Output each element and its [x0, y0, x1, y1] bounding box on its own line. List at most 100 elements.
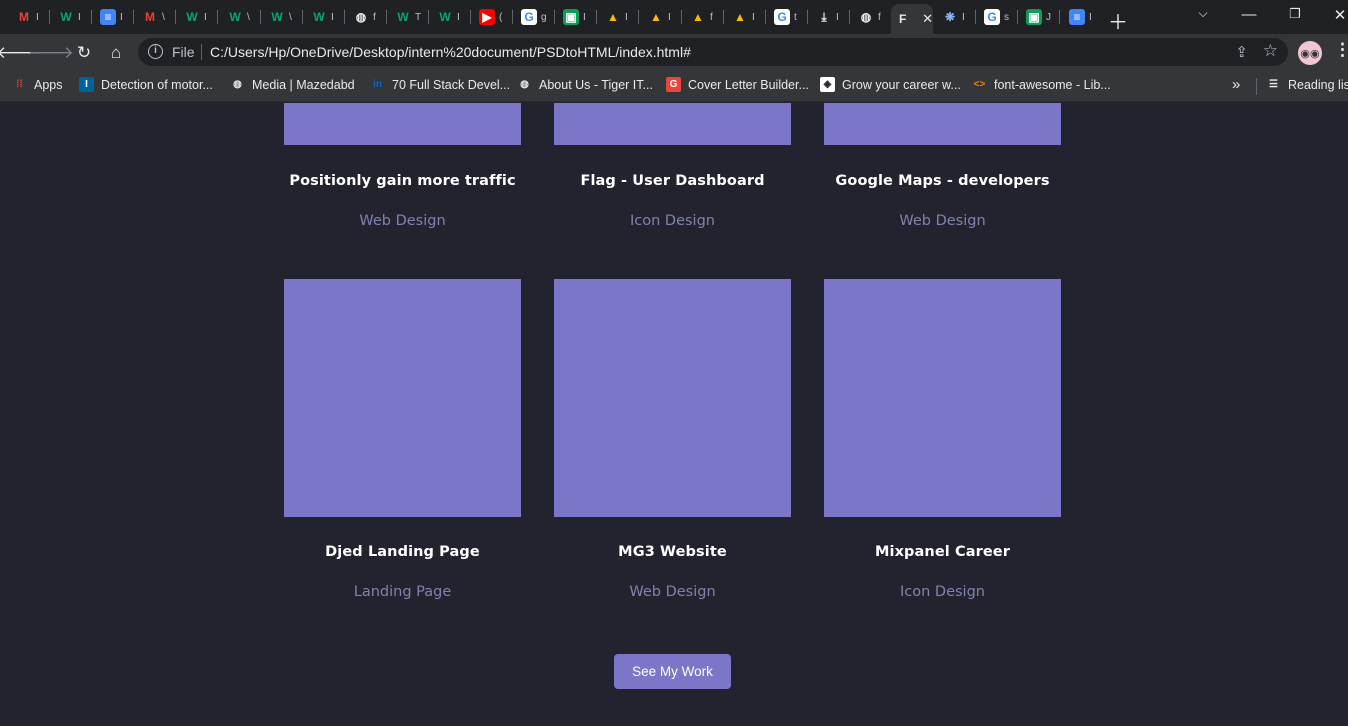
- brain-icon: ❋: [944, 10, 956, 24]
- more-bookmarks-chevron-icon[interactable]: »: [1232, 76, 1240, 93]
- browser-tab[interactable]: ▶(: [473, 6, 509, 28]
- bookmark-item[interactable]: ☰ Reading list: [1266, 77, 1348, 92]
- minimize-button[interactable]: —: [1239, 6, 1259, 23]
- tab-title: I: [1089, 11, 1092, 23]
- browser-tab[interactable]: M \: [136, 6, 172, 28]
- code-icon: <>: [973, 79, 986, 90]
- bookmark-item[interactable]: in 70 Full Stack Devel...: [370, 77, 510, 92]
- tab-separator: [1017, 10, 1018, 24]
- see-my-work-button[interactable]: See My Work: [614, 654, 731, 689]
- bookmark-item[interactable]: G Cover Letter Builder...: [666, 77, 809, 92]
- tab-separator: [765, 10, 766, 24]
- portfolio-title[interactable]: Djed Landing Page: [284, 544, 521, 560]
- browser-tab[interactable]: ▲ I: [599, 6, 635, 28]
- portfolio-category: Web Design: [899, 213, 986, 229]
- file-scheme-label: File: [172, 44, 195, 60]
- portfolio-thumbnail[interactable]: [284, 103, 521, 145]
- new-tab-button[interactable]: ＋: [1108, 6, 1128, 35]
- bookmarks-divider: [1256, 78, 1257, 95]
- portfolio-category: Icon Design: [630, 213, 715, 229]
- reload-button[interactable]: ↻: [73, 42, 95, 64]
- tab-search-chevron-icon[interactable]: ⌵: [1193, 6, 1213, 21]
- globe-icon: ◍: [355, 10, 367, 24]
- browser-tab[interactable]: ≡ I: [1063, 6, 1099, 28]
- info-icon[interactable]: i: [148, 44, 163, 59]
- portfolio-thumbnail[interactable]: [284, 279, 521, 517]
- browser-tab[interactable]: ≡ I: [94, 6, 130, 28]
- address-divider: [201, 44, 202, 60]
- browser-tab[interactable]: WI: [52, 6, 88, 28]
- browser-tab[interactable]: ▲ I: [726, 6, 762, 28]
- browser-tab[interactable]: WT: [389, 6, 425, 28]
- w-icon: W: [439, 10, 451, 24]
- browser-tab[interactable]: W \: [263, 6, 299, 28]
- browser-tab[interactable]: ▣ I: [557, 6, 593, 28]
- bookmark-item[interactable]: ◍ About Us - Tiger IT...: [517, 77, 653, 92]
- portfolio-category: Landing Page: [353, 584, 452, 600]
- browser-menu-icon[interactable]: ⋮: [1334, 41, 1348, 58]
- browser-tab[interactable]: MI: [10, 6, 46, 28]
- portfolio-thumbnail[interactable]: [824, 103, 1061, 145]
- docs-icon: ≡: [100, 9, 116, 25]
- restore-button[interactable]: ❐: [1285, 6, 1305, 22]
- browser-tab[interactable]: WI: [431, 6, 467, 28]
- portfolio-title[interactable]: Positionly gain more traffic: [284, 173, 521, 189]
- browser-tab[interactable]: Gt: [768, 6, 804, 28]
- w-icon: W: [313, 10, 325, 24]
- browser-tab[interactable]: ◍ f: [852, 6, 888, 28]
- portfolio-title[interactable]: MG3 Website: [554, 544, 791, 560]
- tab-title: J: [1046, 11, 1051, 23]
- portfolio-thumbnail[interactable]: [554, 279, 791, 517]
- tab-separator: [49, 10, 50, 24]
- browser-tab[interactable]: ❋ I: [936, 6, 972, 28]
- bookmark-item[interactable]: I Detection of motor...: [79, 77, 213, 92]
- browser-tab[interactable]: ▲ I: [642, 6, 678, 28]
- bookmark-star-icon[interactable]: ☆: [1263, 41, 1278, 61]
- browser-tab[interactable]: WI: [305, 6, 341, 28]
- apps-icon: ⁞⁞: [16, 79, 23, 90]
- portfolio-thumbnail[interactable]: [554, 103, 791, 145]
- browser-tab[interactable]: ▣ J: [1020, 6, 1056, 28]
- bookmark-item[interactable]: <> font-awesome - Lib...: [972, 77, 1111, 92]
- badge-icon: ◈: [820, 77, 835, 92]
- home-button[interactable]: ⌂: [105, 42, 127, 64]
- browser-tab[interactable]: ▲ f: [684, 6, 720, 28]
- google-icon: G: [984, 9, 1000, 25]
- browser-tab[interactable]: Gg: [515, 6, 551, 28]
- portfolio-title[interactable]: Flag - User Dashboard: [554, 173, 791, 189]
- tab-separator: [302, 10, 303, 24]
- browser-tab[interactable]: WI: [178, 6, 214, 28]
- browser-tab[interactable]: W \: [221, 6, 257, 28]
- forward-button[interactable]: 🡒: [28, 42, 74, 64]
- tab-title: \: [289, 11, 292, 23]
- bookmark-label: Apps: [34, 77, 63, 92]
- tab-separator: [975, 10, 976, 24]
- bookmark-label: font-awesome - Lib...: [994, 77, 1111, 92]
- back-button[interactable]: 🡐: [0, 42, 42, 64]
- portfolio-thumbnail[interactable]: [824, 279, 1061, 517]
- docs-icon: ≡: [1069, 9, 1085, 25]
- tab-title: \: [247, 11, 250, 23]
- bookmark-item[interactable]: ⁞⁞ Apps: [12, 77, 63, 92]
- tab-separator: [807, 10, 808, 24]
- browser-tab[interactable]: ◍ f: [347, 6, 383, 28]
- close-window-button[interactable]: ✕: [1330, 6, 1348, 24]
- bookmark-item[interactable]: ◍ Media | Mazedabd: [230, 77, 355, 92]
- share-icon[interactable]: ⇪: [1235, 43, 1248, 61]
- address-bar[interactable]: i File C:/Users/Hp/OneDrive/Desktop/inte…: [138, 38, 1288, 66]
- browser-tab[interactable]: ⤓ I: [810, 6, 846, 28]
- drive-icon: ▲: [692, 10, 704, 24]
- tab-separator: [849, 10, 850, 24]
- profile-avatar[interactable]: ◉◉: [1298, 41, 1322, 65]
- portfolio-title[interactable]: Mixpanel Career: [824, 544, 1061, 560]
- browser-tab[interactable]: Gs: [978, 6, 1014, 28]
- url-text[interactable]: C:/Users/Hp/OneDrive/Desktop/intern%20do…: [210, 44, 691, 60]
- tab-active[interactable]: F ✕: [891, 4, 933, 34]
- tab-title: T: [415, 11, 422, 23]
- close-tab-icon[interactable]: ✕: [922, 11, 933, 27]
- tab-separator: [723, 10, 724, 24]
- portfolio-title[interactable]: Google Maps - developers: [824, 173, 1061, 189]
- gmail-icon: M: [19, 10, 29, 24]
- page-viewport: Positionly gain more traffic Web Design …: [0, 103, 1348, 726]
- bookmark-item[interactable]: ◈ Grow your career w...: [820, 77, 961, 92]
